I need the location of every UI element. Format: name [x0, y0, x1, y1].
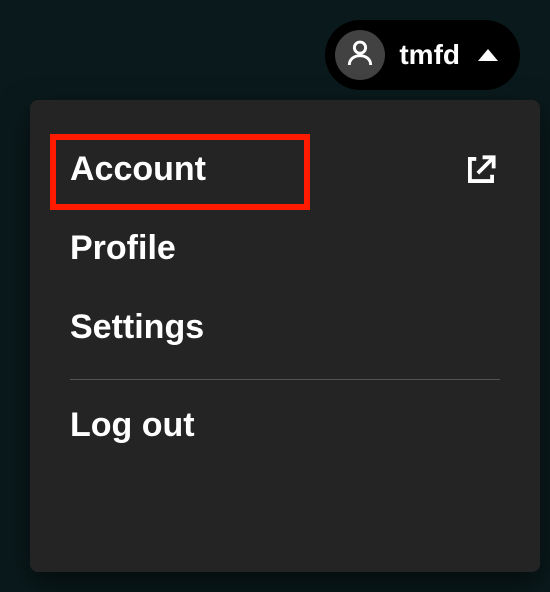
menu-item-settings[interactable]: Settings — [30, 288, 540, 367]
menu-item-logout[interactable]: Log out — [30, 386, 540, 465]
menu-item-account[interactable]: Account — [30, 130, 540, 209]
avatar — [335, 30, 385, 80]
user-dropdown-menu: Account Profile Settings Log out — [30, 100, 540, 572]
username-label: tmfd — [399, 39, 460, 71]
menu-item-label: Account — [70, 150, 206, 189]
menu-divider — [70, 379, 500, 380]
menu-item-label: Log out — [70, 406, 195, 445]
menu-item-label: Profile — [70, 229, 176, 268]
menu-item-label: Settings — [70, 308, 204, 347]
user-icon — [344, 37, 376, 74]
external-link-icon — [462, 151, 500, 189]
chevron-up-icon — [478, 49, 498, 61]
user-menu-toggle[interactable]: tmfd — [325, 20, 520, 90]
menu-item-profile[interactable]: Profile — [30, 209, 540, 288]
